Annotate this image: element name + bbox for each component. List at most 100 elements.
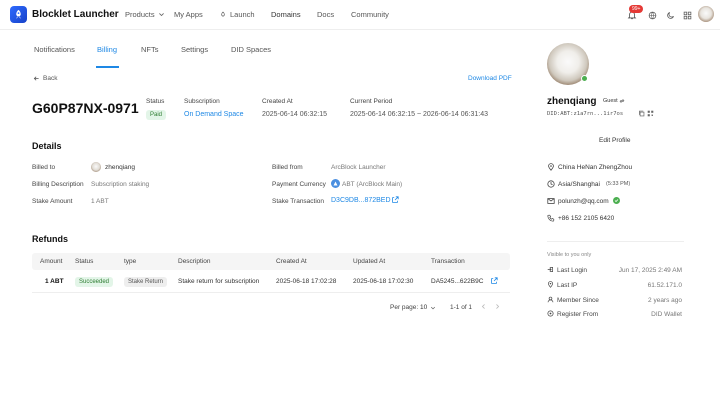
edit-profile-button[interactable]: Edit Profile <box>599 137 630 144</box>
stake-transaction-label: Stake Transaction <box>272 198 325 205</box>
current-period-label: Current Period <box>350 98 393 105</box>
phone-icon <box>547 214 555 224</box>
column-transaction: Transaction <box>431 258 465 265</box>
billed-from-value: ArcBlock Launcher <box>331 164 386 171</box>
nav-community[interactable]: Community <box>351 10 389 19</box>
nav-launch[interactable]: Launch <box>219 10 255 19</box>
external-link-icon[interactable] <box>391 196 399 206</box>
invoice-id: G60P87NX-0971 <box>32 100 139 116</box>
last-login-value: Jun 17, 2025 2:49 AM <box>618 267 682 274</box>
profile-divider <box>547 241 684 242</box>
tab-did-spaces[interactable]: DID Spaces <box>231 45 271 54</box>
nav-docs[interactable]: Docs <box>317 10 334 19</box>
pagination-range: 1-1 of 1 <box>450 304 473 311</box>
last-login-label: Last Login <box>557 267 587 274</box>
per-page-select[interactable]: 10 <box>420 304 436 311</box>
column-type: type <box>124 258 137 265</box>
billing-description-value: Subscription staking <box>91 181 150 188</box>
member-icon <box>547 296 554 305</box>
stake-transaction-link[interactable]: D3C9DB...872BED <box>331 197 391 204</box>
subscription-link[interactable]: On Demand Space <box>184 111 244 118</box>
register-from-label: Register From <box>557 311 599 318</box>
nav-domains[interactable]: Domains <box>271 10 301 19</box>
profile-role-label: Guest <box>603 98 618 104</box>
member-since-value: 2 years ago <box>648 297 682 304</box>
stake-amount-label: Stake Amount <box>32 198 73 205</box>
abt-token-icon <box>331 179 340 188</box>
visible-note: Visible to you only <box>547 252 592 258</box>
nav-products-label: Products <box>125 10 155 19</box>
payment-currency-value: ABT (ArcBlock Main) <box>342 181 403 188</box>
profile-email: polunzh@qq.com <box>558 198 609 205</box>
profile-local-time: (5:33 PM) <box>606 181 631 187</box>
globe-icon[interactable] <box>646 9 658 21</box>
per-page-label: Per page: <box>390 304 419 311</box>
chevron-down-icon <box>431 306 436 309</box>
table-divider <box>32 292 510 293</box>
qrcode-icon[interactable] <box>647 110 654 119</box>
billed-to-label: Billed to <box>32 164 56 171</box>
nav-products[interactable]: Products <box>125 10 165 19</box>
column-description: Description <box>178 258 211 265</box>
refund-amount: 1 ABT <box>45 278 64 285</box>
column-created-at: Created At <box>276 258 307 265</box>
created-at-value: 2025-06-14 06:32:15 <box>262 111 327 118</box>
created-at-label: Created At <box>262 98 293 105</box>
online-status-dot <box>581 75 588 82</box>
back-link[interactable]: Back <box>33 75 57 82</box>
refund-created-at: 2025-06-18 17:02:28 <box>276 278 337 285</box>
refund-transaction-link[interactable]: DA5245...622B9C <box>431 278 483 285</box>
chevron-down-icon <box>158 13 164 17</box>
active-tab-indicator <box>96 66 119 68</box>
user-avatar-small[interactable] <box>698 6 714 22</box>
download-pdf-link[interactable]: Download PDF <box>468 75 512 82</box>
apps-grid-icon[interactable] <box>681 9 693 21</box>
brand-name[interactable]: Blocklet Launcher <box>32 9 119 20</box>
current-period-value: 2025-06-14 06:32:15 ~ 2026-06-14 06:31:4… <box>350 111 488 118</box>
profile-timezone: Asia/Shanghai <box>558 181 600 188</box>
column-amount: Amount <box>40 258 63 265</box>
nav-community-label: Community <box>351 10 389 19</box>
nav-domains-label: Domains <box>271 10 301 19</box>
payment-currency-label: Payment Currency <box>272 181 326 188</box>
clock-icon <box>547 180 555 190</box>
location-pin-icon <box>547 281 554 290</box>
tab-nfts[interactable]: NFTs <box>141 45 159 54</box>
nav-docs-label: Docs <box>317 10 335 19</box>
column-updated-at: Updated At <box>353 258 386 265</box>
register-from-value: DID Wallet <box>651 311 682 318</box>
external-link-icon[interactable] <box>490 277 498 287</box>
billed-from-label: Billed from <box>272 164 303 171</box>
refund-status-badge: Succeeded <box>75 277 114 287</box>
stake-amount-value: 1 ABT <box>91 198 109 205</box>
chevron-right-icon[interactable] <box>494 303 501 312</box>
subscription-label: Subscription <box>184 98 220 105</box>
last-ip-label: Last IP <box>557 282 578 289</box>
location-pin-icon <box>547 163 555 173</box>
last-ip-value: 61.52.171.0 <box>647 282 682 289</box>
tab-billing[interactable]: Billing <box>97 45 117 54</box>
arrow-left-icon <box>33 76 39 81</box>
profile-role: Guest <box>603 98 625 104</box>
moon-icon[interactable] <box>664 9 676 21</box>
tab-notifications[interactable]: Notifications <box>34 45 75 54</box>
per-page-value: 10 <box>420 304 428 311</box>
profile-phone: +86 152 2105 6420 <box>558 215 615 222</box>
nav-my-apps[interactable]: My Apps <box>174 10 203 19</box>
register-icon <box>547 310 554 319</box>
copy-icon[interactable] <box>638 110 645 119</box>
profile-location: China HeNan ZhengZhou <box>558 164 633 171</box>
verified-check-icon <box>613 197 620 204</box>
tab-settings[interactable]: Settings <box>181 45 208 54</box>
refund-description: Stake return for subscription <box>178 278 260 285</box>
refund-type-chip: Stake Return <box>124 277 168 287</box>
swap-icon <box>619 98 625 104</box>
billing-description-label: Billing Description <box>32 181 84 188</box>
rocket-logo-icon[interactable] <box>10 6 27 23</box>
back-label: Back <box>43 75 58 82</box>
login-icon <box>547 266 554 275</box>
status-label: Status <box>146 98 165 105</box>
refund-updated-at: 2025-06-18 17:02:30 <box>353 278 414 285</box>
chevron-left-icon[interactable] <box>480 303 487 312</box>
nav-my-apps-label: My Apps <box>174 10 203 19</box>
